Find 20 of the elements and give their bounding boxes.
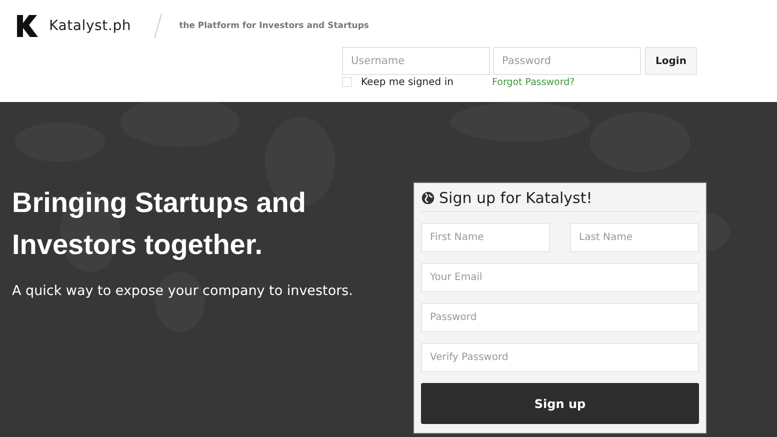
checkbox[interactable] (342, 77, 352, 87)
globe-icon (421, 191, 435, 205)
keep-signed-in-label: Keep me signed in (361, 76, 454, 88)
logo-text[interactable]: Katalyst.ph (49, 18, 132, 34)
username-field[interactable]: Username (342, 47, 490, 75)
hero-subtitle: A quick way to expose your company to investors. (12, 283, 354, 299)
login-button[interactable]: Login (645, 47, 697, 75)
tagline: the Platform for Investors and Startups (179, 21, 369, 31)
hero-headline: Bringing Startups and Investors together. (12, 186, 307, 262)
signup-button[interactable]: Sign up (421, 383, 699, 424)
input-field[interactable]: Password (421, 303, 699, 332)
name-field[interactable]: First Name (421, 223, 550, 252)
input-field[interactable]: Your Email (421, 263, 699, 292)
password-field[interactable]: Password (493, 47, 641, 75)
name-field[interactable]: Last Name (570, 223, 699, 252)
input-field[interactable]: Verify Password (421, 343, 699, 372)
logo-icon (15, 14, 39, 38)
forgot-password-link[interactable]: Forgot Password? (492, 76, 575, 88)
signup-title: Sign up for Katalyst! (439, 189, 592, 207)
slash-divider (153, 13, 164, 39)
